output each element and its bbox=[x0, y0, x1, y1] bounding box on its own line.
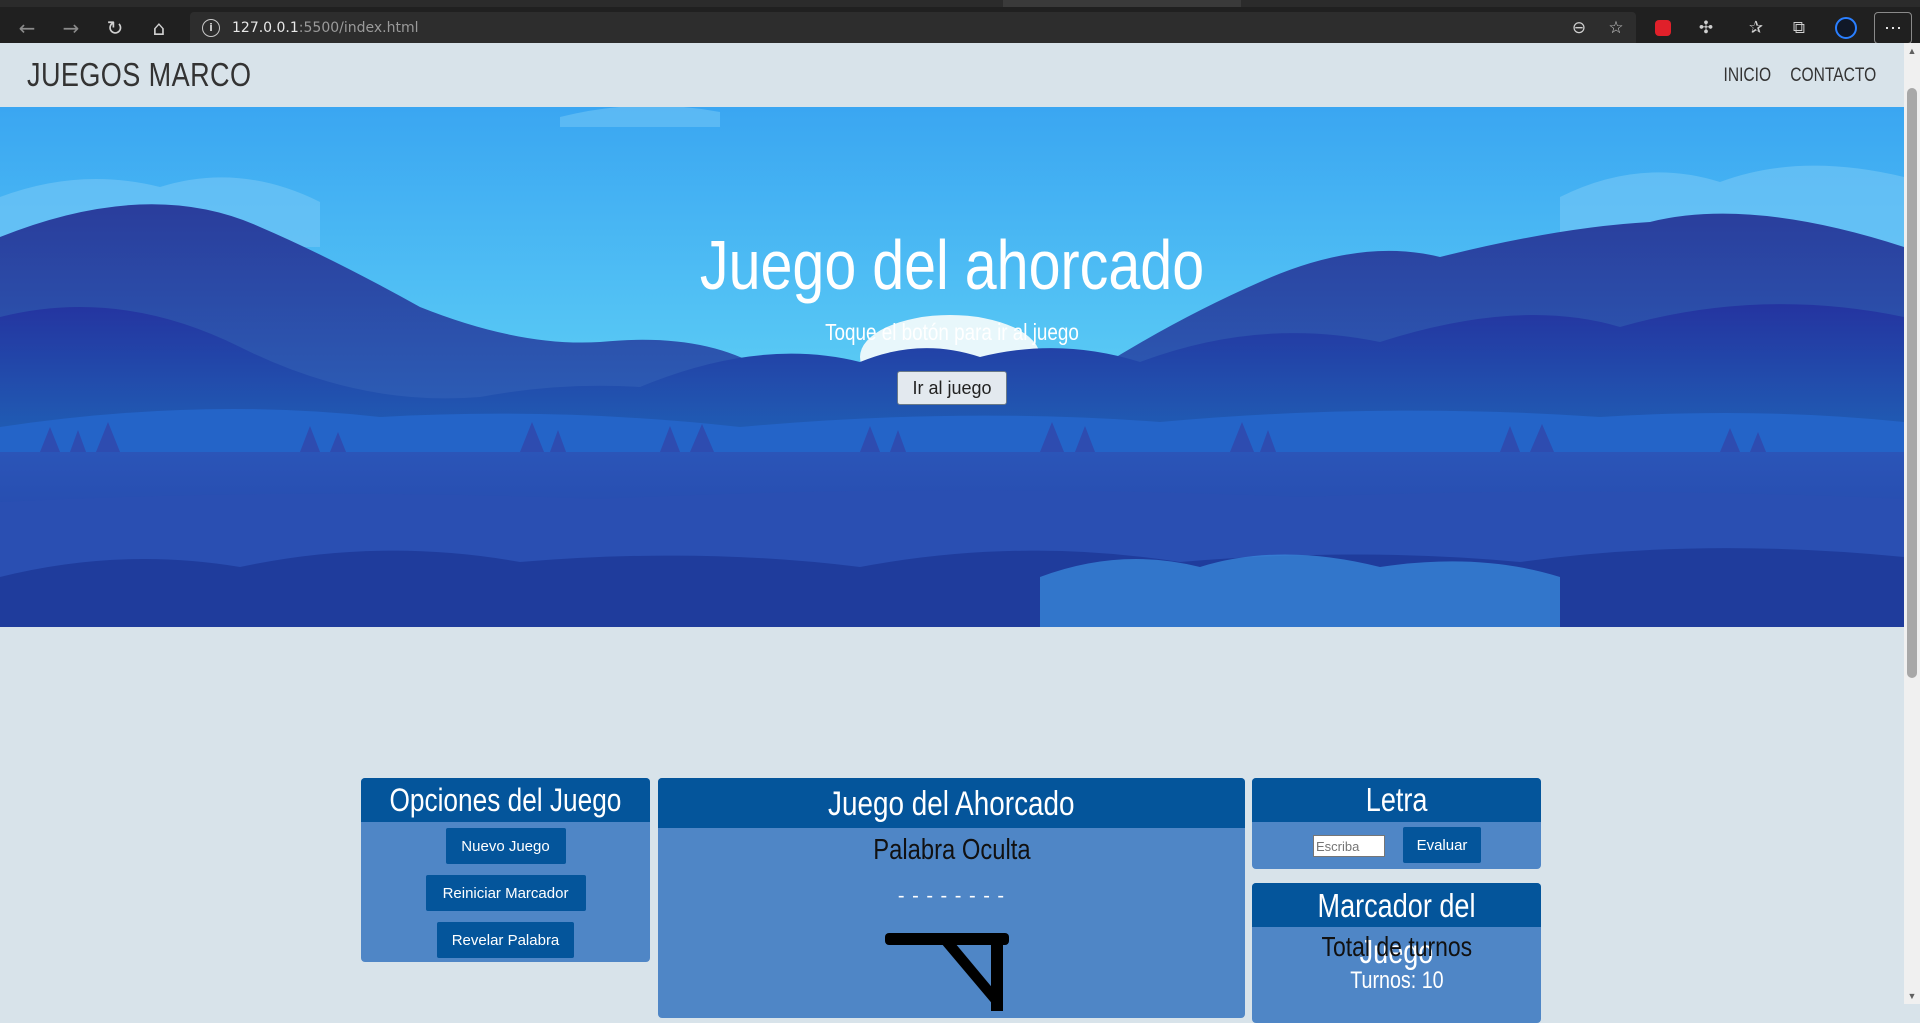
more-menu-button[interactable]: ··· bbox=[1874, 12, 1912, 44]
favorites-icon[interactable]: ✰ bbox=[1743, 15, 1769, 41]
zoom-icon[interactable]: ⊖ bbox=[1566, 15, 1592, 41]
url-text: 127.0.0.1:5500/index.html bbox=[232, 20, 419, 36]
game-panel-title: Juego del Ahorcado bbox=[658, 778, 1245, 828]
new-game-button[interactable]: Nuevo Juego bbox=[445, 828, 566, 864]
page-scrollbar[interactable]: ▲ ▼ bbox=[1904, 43, 1920, 1004]
url-host: 127.0.0.1 bbox=[232, 20, 299, 36]
options-panel-title: Opciones del Juego bbox=[361, 778, 650, 822]
address-bar[interactable]: i 127.0.0.1:5500/index.html bbox=[190, 12, 1636, 46]
browser-toolbar: ← → ↻ ⌂ i 127.0.0.1:5500/index.html ⊖ ☆ … bbox=[0, 0, 1920, 46]
nav-link-contacto[interactable]: CONTACTO bbox=[1790, 65, 1876, 86]
hidden-word-display: - - - - - - - - bbox=[897, 885, 1006, 907]
score-panel-title: Marcador del Juego bbox=[1252, 883, 1541, 970]
go-to-game-button[interactable]: Ir al juego bbox=[897, 371, 1007, 405]
back-icon[interactable]: ← bbox=[12, 13, 42, 43]
url-path: :5500/index.html bbox=[298, 20, 419, 36]
favorite-add-icon[interactable]: ☆ bbox=[1603, 15, 1629, 41]
collections-icon[interactable]: ⧉ bbox=[1786, 15, 1812, 41]
score-panel: Marcador del Juego Total de turnos Turno… bbox=[1252, 883, 1541, 1023]
scroll-down-icon[interactable]: ▼ bbox=[1904, 988, 1920, 1004]
evaluate-button[interactable]: Evaluar bbox=[1403, 827, 1481, 863]
letter-panel-title: Letra bbox=[1252, 778, 1541, 822]
game-panel: Juego del Ahorcado Palabra Oculta - - - … bbox=[658, 778, 1245, 1018]
home-icon[interactable]: ⌂ bbox=[144, 13, 174, 43]
site-navbar: JUEGOS MARCO INICIO CONTACTO bbox=[0, 43, 1904, 107]
reveal-word-button[interactable]: Revelar Palabra bbox=[437, 922, 574, 958]
hero-subtitle: Toque el botón para ir al juego bbox=[825, 319, 1079, 345]
reset-score-button[interactable]: Reiniciar Marcador bbox=[425, 875, 586, 911]
profile-icon[interactable] bbox=[1833, 15, 1859, 41]
forward-icon[interactable]: → bbox=[56, 13, 86, 43]
brand-logo[interactable]: JUEGOS MARCO bbox=[27, 56, 251, 94]
mountain-landscape-image bbox=[0, 107, 1904, 627]
extensions-icon[interactable]: ✣ bbox=[1693, 15, 1719, 41]
gallows-drawing bbox=[885, 933, 1009, 1011]
nav-link-inicio[interactable]: INICIO bbox=[1723, 65, 1771, 86]
reload-icon[interactable]: ↻ bbox=[100, 13, 130, 43]
extension-red-icon[interactable] bbox=[1650, 15, 1676, 41]
hero-banner: Juego del ahorcado Toque el botón para i… bbox=[0, 107, 1904, 627]
hidden-word-title: Palabra Oculta bbox=[872, 834, 1031, 866]
site-info-icon[interactable]: i bbox=[202, 19, 220, 37]
letter-input[interactable] bbox=[1313, 835, 1385, 857]
options-panel: Opciones del Juego Nuevo Juego Reiniciar… bbox=[361, 778, 650, 962]
active-tab-indicator bbox=[1003, 0, 1241, 7]
nav-links: INICIO CONTACTO bbox=[1709, 65, 1876, 87]
letter-panel: Letra Evaluar bbox=[1252, 778, 1541, 869]
scroll-up-icon[interactable]: ▲ bbox=[1904, 43, 1920, 59]
scrollbar-thumb[interactable] bbox=[1907, 88, 1917, 678]
hero-title: Juego del ahorcado bbox=[699, 226, 1205, 304]
